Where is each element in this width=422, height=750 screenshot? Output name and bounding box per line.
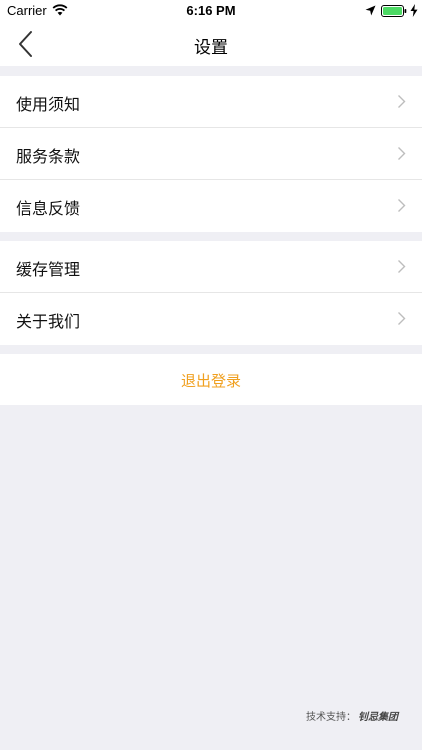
battery-icon bbox=[381, 5, 407, 17]
page-title: 设置 bbox=[194, 38, 228, 58]
settings-item-terms-of-service[interactable]: 服务条款 bbox=[0, 128, 422, 180]
location-arrow-icon bbox=[365, 5, 376, 16]
settings-item-feedback[interactable]: 信息反馈 bbox=[0, 180, 422, 232]
logout-button[interactable]: 退出登录 bbox=[0, 354, 422, 405]
settings-group-app: 缓存管理 关于我们 bbox=[0, 241, 422, 345]
chevron-right-icon bbox=[398, 260, 406, 273]
settings-item-label: 服务条款 bbox=[16, 147, 81, 166]
settings-item-label: 关于我们 bbox=[16, 312, 81, 331]
chevron-right-icon bbox=[398, 199, 406, 212]
settings-item-cache-management[interactable]: 缓存管理 bbox=[0, 241, 422, 293]
chevron-right-icon bbox=[398, 312, 406, 325]
charging-bolt-icon bbox=[410, 4, 418, 17]
settings-item-usage-notice[interactable]: 使用须知 bbox=[0, 76, 422, 128]
status-time: 6:16 PM bbox=[186, 3, 236, 18]
tech-support-label: 技术支持： bbox=[306, 712, 356, 723]
company-logo: 钊忌集团 bbox=[358, 712, 398, 723]
navigation-bar: 设置 bbox=[0, 22, 422, 66]
logout-label: 退出登录 bbox=[180, 372, 241, 390]
settings-item-about-us[interactable]: 关于我们 bbox=[0, 293, 422, 345]
chevron-right-icon bbox=[398, 147, 406, 160]
status-bar: Carrier 6:16 PM bbox=[0, 0, 422, 22]
settings-group-info: 使用须知 服务条款 信息反馈 bbox=[0, 76, 422, 232]
settings-item-label: 缓存管理 bbox=[16, 260, 81, 279]
settings-item-label: 信息反馈 bbox=[16, 199, 81, 218]
tech-support-footer: 技术支持： 钊忌集团 bbox=[306, 708, 398, 723]
settings-item-label: 使用须知 bbox=[16, 95, 81, 114]
chevron-right-icon bbox=[398, 95, 406, 108]
